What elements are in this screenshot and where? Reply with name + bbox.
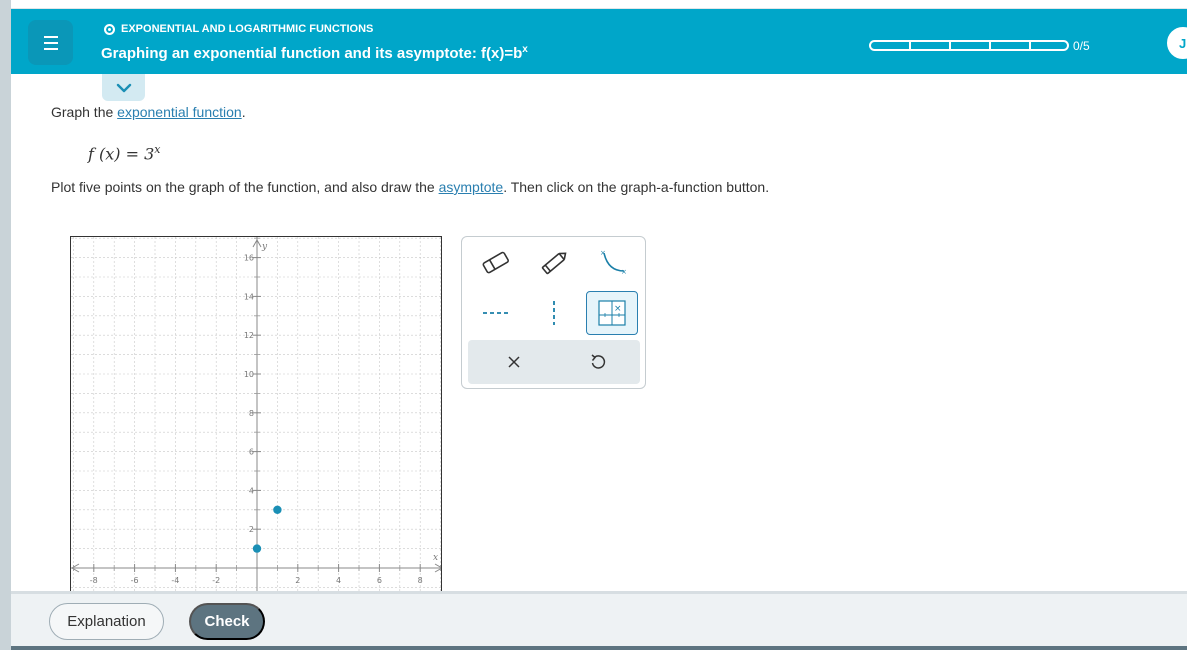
- y-tick-label: 12: [244, 331, 254, 340]
- graph-area[interactable]: -8 -6 -4 -2 2 4 6 8 2 4 6 8 10 12 14 16 x y: [70, 236, 442, 591]
- asymptote-link[interactable]: asymptote: [439, 179, 504, 195]
- horizontal-asymptote-icon: [483, 312, 509, 314]
- x-tick-label: 4: [336, 576, 341, 585]
- y-tick-label: 10: [244, 370, 254, 379]
- progress-count: 0/5: [1073, 39, 1090, 53]
- horizontal-asymptote-tool[interactable]: [470, 291, 522, 335]
- x-tick-label: -8: [90, 576, 98, 585]
- x-tick-label: -2: [212, 576, 220, 585]
- undo-button[interactable]: [572, 340, 624, 384]
- footer-line: [11, 646, 1187, 650]
- y-tick-label: 6: [249, 448, 254, 457]
- page-title: Graphing an exponential function and its…: [101, 44, 528, 62]
- vertical-asymptote-tool[interactable]: [528, 291, 580, 335]
- eraser-icon: [482, 251, 509, 274]
- formula-lhs: f (x) = 3: [88, 144, 155, 164]
- x-tick-label: 6: [377, 576, 382, 585]
- menu-icon-bar: [43, 35, 58, 38]
- collapse-toggle[interactable]: [102, 74, 145, 101]
- function-formula: f (x) = 3x: [88, 143, 161, 163]
- y-tick-label: 14: [244, 292, 254, 301]
- formula-exponent: x: [154, 143, 161, 156]
- plotted-point[interactable]: [252, 544, 262, 553]
- topic-status-icon: [104, 23, 115, 35]
- curve-tool[interactable]: × ×: [586, 241, 638, 285]
- x-tick-label: 8: [418, 576, 423, 585]
- progress-segment: [949, 40, 989, 51]
- page-title-sup: x: [522, 44, 528, 55]
- instruction-prefix: Graph the: [51, 104, 118, 120]
- x-tick-label: -6: [131, 576, 139, 585]
- page-title-text: Graphing an exponential function and its…: [101, 45, 523, 62]
- y-tick-label: 16: [244, 254, 254, 263]
- plot-prefix: Plot five points on the graph of the fun…: [51, 179, 439, 195]
- svg-text:×: ×: [614, 304, 622, 314]
- progress-bar: [869, 40, 1069, 51]
- check-button[interactable]: Check: [189, 603, 265, 640]
- x-tick-label: 2: [295, 576, 300, 585]
- x-axis-label: x: [433, 553, 438, 563]
- instruction-suffix: .: [241, 104, 246, 120]
- curve-tool-icon: × ×: [600, 249, 627, 276]
- top-border: [11, 0, 1187, 9]
- clear-button[interactable]: [488, 340, 540, 384]
- pencil-icon: [541, 252, 567, 275]
- menu-icon-bar: [43, 41, 58, 44]
- graph-function-button[interactable]: ×: [586, 291, 638, 335]
- progress-segment: [989, 40, 1029, 51]
- x-tick-label: -4: [171, 576, 179, 585]
- pencil-tool[interactable]: [528, 241, 580, 285]
- menu-icon-bar: [43, 47, 58, 50]
- undo-icon: [591, 354, 606, 369]
- progress-segment: [909, 40, 949, 51]
- avatar[interactable]: J: [1165, 25, 1187, 61]
- exponential-function-link[interactable]: exponential function: [117, 104, 242, 120]
- menu-button[interactable]: [28, 20, 73, 65]
- y-tick-label: 2: [249, 525, 254, 534]
- eraser-tool[interactable]: [470, 241, 522, 285]
- footer-bar: [11, 591, 1187, 650]
- y-tick-label: 8: [249, 409, 254, 418]
- instruction-text: Graph the exponential function.: [51, 104, 246, 120]
- svg-text:×: ×: [600, 249, 606, 257]
- graph-canvas[interactable]: -8 -6 -4 -2 2 4 6 8 2 4 6 8 10 12 14 16 x y: [71, 237, 442, 591]
- plotted-point[interactable]: [273, 505, 282, 514]
- plot-instruction: Plot five points on the graph of the fun…: [51, 179, 769, 195]
- graph-function-icon: ×: [598, 300, 626, 326]
- progress-segment: [869, 40, 909, 51]
- topic-label: EXPONENTIAL AND LOGARITHMIC FUNCTIONS: [121, 23, 374, 35]
- y-tick-label: 4: [249, 486, 254, 495]
- vertical-asymptote-icon: [553, 301, 555, 325]
- header-bar: EXPONENTIAL AND LOGARITHMIC FUNCTIONS Gr…: [11, 9, 1187, 74]
- y-axis-label: y: [261, 242, 268, 252]
- progress-segment: [1029, 40, 1069, 51]
- topic-row: EXPONENTIAL AND LOGARITHMIC FUNCTIONS: [104, 23, 373, 35]
- explanation-button[interactable]: Explanation: [49, 603, 164, 640]
- left-edge-strip: [0, 0, 11, 650]
- plot-suffix: . Then click on the graph-a-function but…: [503, 179, 770, 195]
- close-icon: [508, 356, 520, 368]
- svg-text:×: ×: [621, 268, 627, 276]
- action-row: [468, 340, 640, 384]
- chevron-down-icon: [116, 83, 131, 92]
- toolbox: × × ×: [461, 236, 646, 389]
